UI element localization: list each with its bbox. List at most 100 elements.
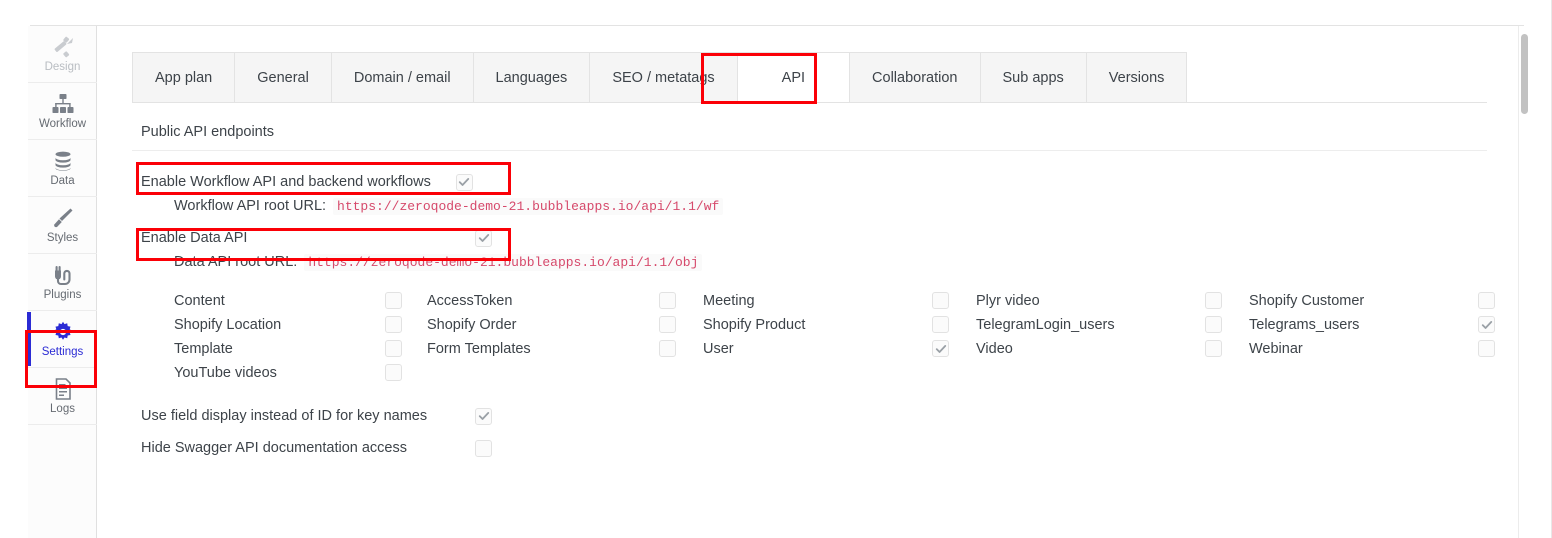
data-type-label: Shopify Product: [703, 317, 805, 333]
vertical-scrollbar[interactable]: [1518, 26, 1530, 538]
tab-app-plan[interactable]: App plan: [132, 52, 234, 102]
data-type-label: TelegramLogin_users: [976, 317, 1115, 333]
data-type-item: TelegramLogin_users: [976, 314, 1115, 336]
data-type-label: Telegrams_users: [1249, 317, 1359, 333]
check-icon: [478, 410, 490, 422]
main-panel: App plan General Domain / email Language…: [97, 26, 1512, 538]
data-type-item: Shopify Order: [427, 314, 516, 336]
enable-data-api-checkbox[interactable]: [475, 230, 492, 247]
data-type-item: Video: [976, 338, 1013, 360]
data-type-checkbox-shopify-product[interactable]: [932, 316, 949, 333]
sidebar-item-label: Logs: [50, 403, 75, 415]
workflow-tree-icon: [50, 92, 76, 116]
data-type-checkbox-shopify-order[interactable]: [659, 316, 676, 333]
data-api-url-label: Data API root URL:: [174, 254, 297, 270]
workflow-api-url-value[interactable]: https://zeroqode-demo-21.bubbleapps.io/a…: [333, 198, 723, 215]
sidebar-item-data[interactable]: Data: [28, 140, 97, 197]
tab-general[interactable]: General: [234, 52, 331, 102]
enable-data-api-label: Enable Data API: [141, 230, 247, 246]
data-type-checkbox-meeting[interactable]: [932, 292, 949, 309]
data-type-checkbox-youtube-videos[interactable]: [385, 364, 402, 381]
sidebar-item-logs[interactable]: Logs: [28, 368, 97, 425]
sidebar-item-design[interactable]: Design: [28, 26, 97, 83]
data-type-item: YouTube videos: [174, 362, 277, 384]
tab-label: General: [257, 70, 309, 86]
tab-label: Versions: [1109, 70, 1165, 86]
data-type-checkbox-telegramlogin-users[interactable]: [1205, 316, 1222, 333]
tab-seo-metatags[interactable]: SEO / metatags: [589, 52, 736, 102]
data-type-item: Content: [174, 290, 225, 312]
data-type-item: Telegrams_users: [1249, 314, 1359, 336]
data-type-checkbox-plyr-video[interactable]: [1205, 292, 1222, 309]
paintbrush-icon: [50, 206, 76, 230]
data-type-checkbox-template[interactable]: [385, 340, 402, 357]
enable-workflow-api-row: Enable Workflow API and backend workflow…: [141, 170, 473, 194]
data-type-item: AccessToken: [427, 290, 512, 312]
tab-domain-email[interactable]: Domain / email: [331, 52, 473, 102]
data-type-checkbox-form-templates[interactable]: [659, 340, 676, 357]
data-type-label: Form Templates: [427, 341, 531, 357]
scrollbar-thumb[interactable]: [1521, 34, 1528, 114]
tab-label: Collaboration: [872, 70, 957, 86]
sidebar-item-workflow[interactable]: Workflow: [28, 83, 97, 140]
data-type-label: User: [703, 341, 734, 357]
enable-workflow-api-label: Enable Workflow API and backend workflow…: [141, 174, 431, 190]
data-type-checkbox-accesstoken[interactable]: [659, 292, 676, 309]
tab-api[interactable]: API: [737, 52, 849, 102]
plug-icon: [50, 263, 76, 287]
enable-workflow-api-checkbox[interactable]: [456, 174, 473, 191]
check-icon: [478, 232, 490, 244]
settings-tabs: App plan General Domain / email Language…: [132, 52, 1187, 102]
check-icon: [1481, 319, 1493, 331]
workflow-api-url-row: Workflow API root URL: https://zeroqode-…: [174, 198, 723, 215]
tab-versions[interactable]: Versions: [1086, 52, 1188, 102]
data-type-item: Shopify Location: [174, 314, 281, 336]
check-icon: [458, 176, 470, 188]
data-type-checkbox-shopify-location[interactable]: [385, 316, 402, 333]
data-type-item: Meeting: [703, 290, 755, 312]
hide-swagger-row: Hide Swagger API documentation access: [141, 436, 407, 460]
tab-label: Domain / email: [354, 70, 451, 86]
hide-swagger-label: Hide Swagger API documentation access: [141, 440, 407, 456]
tabs-underline: [132, 102, 1487, 103]
data-type-checkbox-content[interactable]: [385, 292, 402, 309]
data-type-checkbox-shopify-customer[interactable]: [1478, 292, 1495, 309]
data-api-url-row: Data API root URL: https://zeroqode-demo…: [174, 254, 702, 271]
data-type-checkbox-telegrams-users[interactable]: [1478, 316, 1495, 333]
sidebar-item-label: Plugins: [44, 289, 82, 301]
data-type-checkbox-video[interactable]: [1205, 340, 1222, 357]
app-window: Design Workflow: [0, 0, 1552, 538]
hide-swagger-checkbox[interactable]: [475, 440, 492, 457]
sidebar-item-plugins[interactable]: Plugins: [28, 254, 97, 311]
data-type-label: YouTube videos: [174, 365, 277, 381]
data-type-label: Shopify Location: [174, 317, 281, 333]
data-type-item: Shopify Product: [703, 314, 805, 336]
tab-label: App plan: [155, 70, 212, 86]
sidebar-item-label: Design: [45, 61, 81, 73]
data-type-item: Form Templates: [427, 338, 531, 360]
use-field-display-checkbox[interactable]: [475, 408, 492, 425]
check-icon: [935, 343, 947, 355]
data-type-label: Webinar: [1249, 341, 1303, 357]
data-type-label: Shopify Customer: [1249, 293, 1364, 309]
data-type-checkbox-webinar[interactable]: [1478, 340, 1495, 357]
data-type-label: Shopify Order: [427, 317, 516, 333]
design-tools-icon: [50, 35, 76, 59]
tab-collaboration[interactable]: Collaboration: [849, 52, 979, 102]
data-type-label: AccessToken: [427, 293, 512, 309]
data-type-label: Plyr video: [976, 293, 1040, 309]
sidebar-item-label: Data: [50, 175, 74, 187]
tab-label: API: [782, 70, 805, 86]
use-field-display-row: Use field display instead of ID for key …: [141, 404, 427, 428]
data-type-item: Template: [174, 338, 233, 360]
sidebar-item-styles[interactable]: Styles: [28, 197, 97, 254]
workflow-api-url-label: Workflow API root URL:: [174, 198, 326, 214]
database-icon: [50, 149, 76, 173]
data-api-url-value[interactable]: https://zeroqode-demo-21.bubbleapps.io/a…: [304, 254, 702, 271]
tab-sub-apps[interactable]: Sub apps: [980, 52, 1086, 102]
sidebar-item-settings[interactable]: Settings: [28, 311, 97, 368]
tab-languages[interactable]: Languages: [473, 52, 590, 102]
data-type-item: Plyr video: [976, 290, 1040, 312]
data-type-checkbox-user[interactable]: [932, 340, 949, 357]
data-type-item: Webinar: [1249, 338, 1303, 360]
